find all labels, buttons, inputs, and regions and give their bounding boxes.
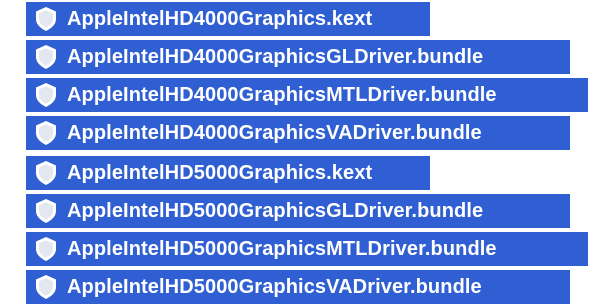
file-name: AppleIntelHD4000GraphicsGLDriver.bundle xyxy=(67,45,484,68)
kext-bundle-icon xyxy=(34,120,58,146)
file-name: AppleIntelHD4000Graphics.kext xyxy=(67,7,373,30)
list-item[interactable]: AppleIntelHD5000Graphics.kext xyxy=(26,156,430,190)
list-item[interactable]: AppleIntelHD5000GraphicsVADriver.bundle xyxy=(26,270,570,304)
kext-bundle-icon xyxy=(34,236,58,262)
file-name: AppleIntelHD5000Graphics.kext xyxy=(67,161,373,184)
kext-bundle-icon xyxy=(34,44,58,70)
list-item[interactable]: AppleIntelHD4000GraphicsMTLDriver.bundle xyxy=(26,78,588,112)
kext-bundle-icon xyxy=(34,198,58,224)
kext-bundle-icon xyxy=(34,6,58,32)
file-name: AppleIntelHD4000GraphicsMTLDriver.bundle xyxy=(67,83,497,106)
file-name: AppleIntelHD4000GraphicsVADriver.bundle xyxy=(67,121,482,144)
list-item[interactable]: AppleIntelHD5000GraphicsGLDriver.bundle xyxy=(26,194,570,228)
kext-bundle-icon xyxy=(34,82,58,108)
list-item[interactable]: AppleIntelHD5000GraphicsMTLDriver.bundle xyxy=(26,232,588,266)
kext-bundle-icon xyxy=(34,274,58,300)
list-item[interactable]: AppleIntelHD4000GraphicsVADriver.bundle xyxy=(26,116,570,150)
file-name: AppleIntelHD5000GraphicsMTLDriver.bundle xyxy=(67,237,497,260)
list-item[interactable]: AppleIntelHD4000GraphicsGLDriver.bundle xyxy=(26,40,570,74)
list-item[interactable]: AppleIntelHD4000Graphics.kext xyxy=(26,2,430,36)
file-name: AppleIntelHD5000GraphicsGLDriver.bundle xyxy=(67,199,484,222)
file-list: AppleIntelHD4000Graphics.kext AppleIntel… xyxy=(0,0,614,304)
kext-bundle-icon xyxy=(34,160,58,186)
file-name: AppleIntelHD5000GraphicsVADriver.bundle xyxy=(67,275,482,298)
